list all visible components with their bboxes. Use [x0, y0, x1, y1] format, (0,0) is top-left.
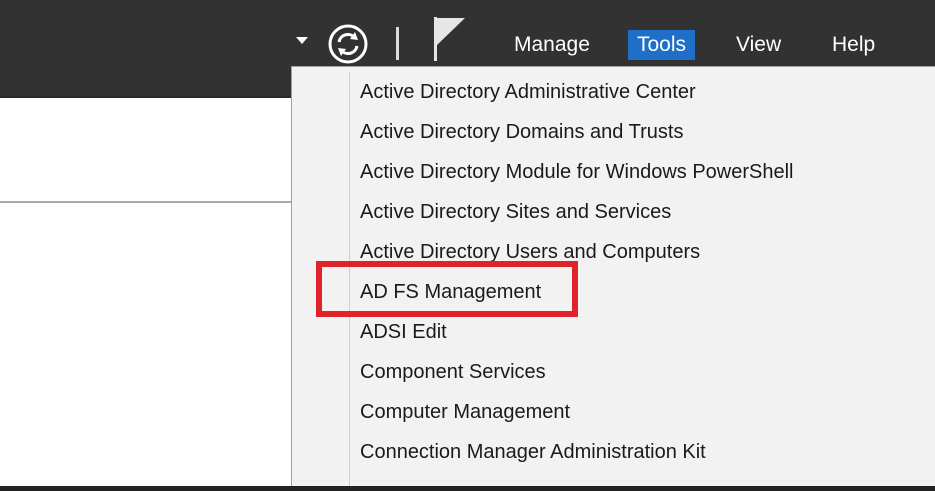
menu-item-component-services[interactable]: Component Services	[360, 355, 794, 395]
tools-dropdown-menu: Active Directory Administrative Center A…	[291, 66, 935, 491]
menu-item-computer-management[interactable]: Computer Management	[360, 395, 794, 435]
menu-item-ad-fs-management[interactable]: AD FS Management	[360, 275, 794, 315]
menu-item-ad-sites-services[interactable]: Active Directory Sites and Services	[360, 195, 794, 235]
menu-item-ad-powershell-module[interactable]: Active Directory Module for Windows Powe…	[360, 155, 794, 195]
menu-item-ad-admin-center[interactable]: Active Directory Administrative Center	[360, 75, 794, 115]
notifications-flag-icon[interactable]	[431, 15, 471, 63]
menu-item-ad-domains-trusts[interactable]: Active Directory Domains and Trusts	[360, 115, 794, 155]
main-content-area	[0, 98, 292, 491]
menu-view[interactable]: View	[736, 30, 781, 60]
tools-menu-list: Active Directory Administrative Center A…	[360, 75, 794, 475]
menu-icon-gutter	[349, 72, 350, 491]
menu-item-adsi-edit[interactable]: ADSI Edit	[360, 315, 794, 355]
chevron-down-icon[interactable]	[296, 37, 308, 44]
menu-item-ad-users-computers[interactable]: Active Directory Users and Computers	[360, 235, 794, 275]
menu-tools[interactable]: Tools	[628, 30, 696, 60]
bottom-border	[0, 486, 935, 491]
menu-item-connection-manager-kit[interactable]: Connection Manager Administration Kit	[360, 435, 794, 475]
menu-help[interactable]: Help	[832, 30, 875, 60]
menu-manage[interactable]: Manage	[514, 30, 590, 60]
server-manager-window: Manage Tools View Help Active Directory …	[0, 0, 935, 491]
toolbar-separator	[396, 27, 399, 60]
content-divider	[0, 201, 292, 203]
refresh-icon[interactable]	[326, 22, 370, 66]
